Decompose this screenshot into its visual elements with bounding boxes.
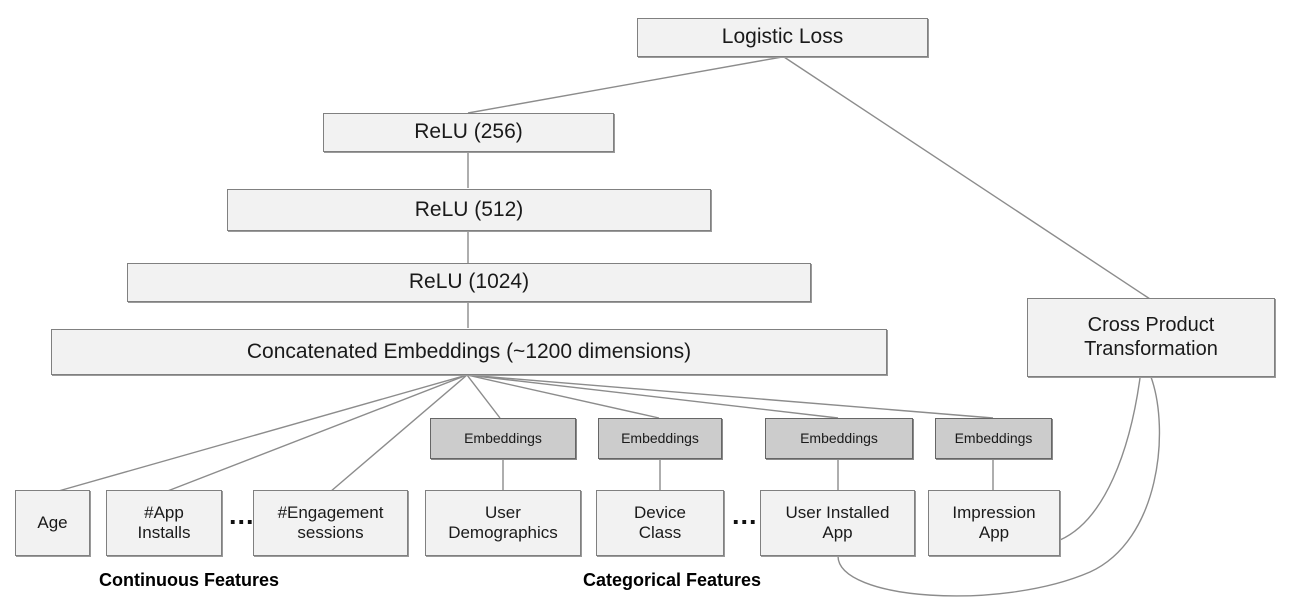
ellipsis-categorical: ... [732, 500, 758, 530]
edge-concat-to-emb3 [466, 374, 839, 419]
node-embeddings-user-installed-app[interactable]: Embeddings [765, 418, 913, 459]
node-feature-device-class-label: Device Class [634, 502, 686, 542]
node-embeddings-label: Embeddings [800, 430, 878, 447]
node-relu-256-label: ReLU (256) [414, 120, 523, 144]
edge-concat-to-emb2 [466, 374, 660, 419]
node-cross-product-transformation[interactable]: Cross Product Transformation [1027, 298, 1275, 377]
node-logistic-loss-label: Logistic Loss [721, 25, 844, 49]
edge-concat-to-appinstalls [164, 374, 468, 493]
node-feature-age[interactable]: Age [15, 490, 90, 556]
node-relu-512-label: ReLU (512) [414, 197, 524, 221]
node-embeddings-label: Embeddings [464, 430, 542, 447]
edge-concat-to-emb4 [466, 374, 994, 419]
node-feature-impression-app-label: Impression App [952, 502, 1036, 542]
edge-loss-to-cross [783, 56, 1151, 300]
node-relu-1024[interactable]: ReLU (1024) [127, 263, 811, 302]
node-concatenated-embeddings-label: Concatenated Embeddings (~1200 dimension… [246, 339, 692, 363]
node-feature-user-demographics[interactable]: User Demographics [425, 490, 581, 556]
edge-concat-to-age [54, 374, 468, 493]
node-feature-app-installs[interactable]: #App Installs [106, 490, 222, 556]
node-logistic-loss[interactable]: Logistic Loss [637, 18, 928, 57]
node-feature-user-installed-app-label: User Installed App [785, 502, 890, 542]
node-relu-256[interactable]: ReLU (256) [323, 113, 614, 152]
caption-categorical-features: Categorical Features [583, 570, 762, 590]
node-embeddings-impression-app[interactable]: Embeddings [935, 418, 1052, 459]
node-embeddings-device-class[interactable]: Embeddings [598, 418, 722, 459]
node-feature-device-class[interactable]: Device Class [596, 490, 724, 556]
node-feature-engagement-sessions[interactable]: #Engagement sessions [253, 490, 408, 556]
node-feature-app-installs-label: #App Installs [137, 502, 191, 542]
node-concatenated-embeddings[interactable]: Concatenated Embeddings (~1200 dimension… [51, 329, 887, 375]
node-relu-1024-label: ReLU (1024) [408, 270, 530, 294]
node-relu-512[interactable]: ReLU (512) [227, 189, 711, 231]
node-embeddings-label: Embeddings [621, 430, 699, 447]
diagram-canvas: Logistic Loss ReLU (256) ReLU (512) ReLU… [0, 0, 1295, 611]
caption-continuous-features: Continuous Features [99, 570, 280, 590]
ellipsis-continuous: ... [229, 500, 255, 530]
node-feature-age-label: Age [37, 512, 68, 532]
node-feature-user-demographics-label: User Demographics [448, 502, 558, 542]
node-embeddings-label: Embeddings [954, 430, 1033, 447]
edge-impression-to-cross [1059, 377, 1141, 541]
edge-loss-to-relu256 [467, 56, 783, 114]
node-feature-impression-app[interactable]: Impression App [928, 490, 1060, 556]
node-cross-product-transformation-label: Cross Product Transformation [1084, 313, 1218, 360]
edge-userinstalled-to-cross [837, 376, 1161, 597]
node-feature-engagement-sessions-label: #Engagement sessions [277, 502, 384, 542]
node-embeddings-user-demographics[interactable]: Embeddings [430, 418, 576, 459]
edge-concat-to-emb1 [466, 374, 501, 419]
node-feature-user-installed-app[interactable]: User Installed App [760, 490, 915, 556]
